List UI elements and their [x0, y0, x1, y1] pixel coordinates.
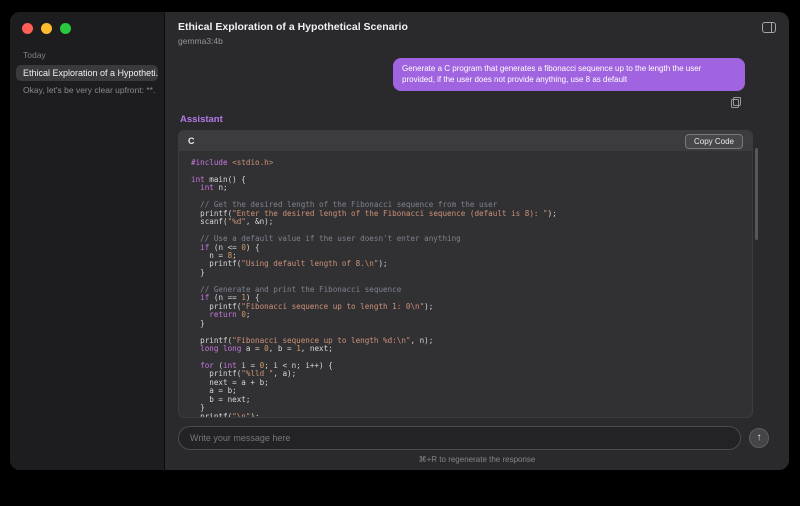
sidebar-section-today: Today: [23, 50, 46, 60]
code-block-header: C Copy Code: [179, 131, 752, 151]
scrollbar-thumb[interactable]: [755, 148, 758, 240]
send-button[interactable]: ↑: [749, 428, 769, 448]
message-input[interactable]: [178, 426, 741, 450]
chat-area: Generate a C program that generates a fi…: [165, 46, 789, 418]
code-line: printf("\n");: [191, 411, 260, 418]
chat-header: Ethical Exploration of a Hypothetical Sc…: [165, 12, 789, 46]
code-line: // Use a default value if the user doesn…: [191, 234, 461, 244]
close-button[interactable]: [22, 23, 33, 34]
code-language-label: C: [188, 136, 195, 146]
code-content: #include <stdio.h> int main() { int n; /…: [179, 151, 752, 418]
code-line: next = a + b;: [191, 377, 269, 387]
code-line: printf("Fibonacci sequence up to length …: [191, 301, 434, 311]
model-name: gemma3:4b: [178, 36, 223, 46]
sidebar-item-conversation[interactable]: Ethical Exploration of a Hypotheti...: [16, 65, 158, 81]
copy-message-icon[interactable]: [731, 97, 741, 108]
code-line: int main() {: [191, 174, 246, 184]
arrow-up-icon: ↑: [756, 432, 762, 443]
code-line: return 0;: [209, 310, 251, 320]
message-actions: [731, 95, 741, 108]
code-line: }: [191, 267, 205, 277]
copy-code-button[interactable]: Copy Code: [684, 133, 743, 149]
zoom-button[interactable]: [60, 23, 71, 34]
code-line: a = b;: [191, 386, 237, 396]
code-line: printf("Enter the desired length of the …: [191, 208, 557, 218]
main-panel: Ethical Exploration of a Hypothetical Sc…: [165, 12, 789, 470]
minimize-button[interactable]: [41, 23, 52, 34]
code-line: #include <stdio.h>: [191, 158, 274, 167]
code-line: }: [191, 403, 205, 413]
panel-toggle-icon[interactable]: [762, 22, 776, 33]
page-title: Ethical Exploration of a Hypothetical Sc…: [178, 21, 408, 33]
conversation-preview: Okay, let's be very clear upfront: **...: [23, 85, 156, 95]
code-line: scanf("%d", &n);: [191, 217, 274, 227]
window-controls: [10, 12, 164, 34]
code-line: }: [191, 318, 205, 328]
composer: ↑: [165, 418, 789, 450]
code-line: printf("Using default length of 8.\n");: [191, 259, 388, 269]
code-line: long long a = 0, b = 1, next;: [200, 343, 333, 353]
code-block: C Copy Code #include <stdio.h> int main(…: [178, 130, 753, 418]
assistant-label: Assistant: [180, 114, 223, 125]
code-line: b = next;: [191, 394, 251, 404]
app-window: Today Ethical Exploration of a Hypotheti…: [10, 12, 789, 470]
code-line: int n;: [200, 183, 228, 193]
sidebar: Today Ethical Exploration of a Hypotheti…: [10, 12, 165, 470]
regenerate-hint: ⌘+R to regenerate the response: [418, 455, 536, 464]
code-line: if (n <= 0) {: [200, 242, 260, 252]
user-message-bubble: Generate a C program that generates a fi…: [393, 58, 745, 91]
code-line: printf("%lld ", a);: [191, 369, 297, 379]
conversation-title: Ethical Exploration of a Hypotheti...: [23, 68, 158, 78]
code-line: // Generate and print the Fibonacci sequ…: [191, 284, 402, 294]
